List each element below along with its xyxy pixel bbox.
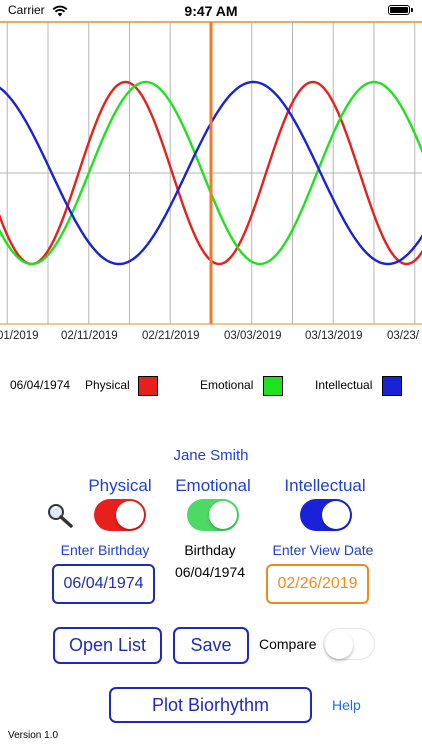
help-link[interactable]: Help bbox=[332, 697, 361, 713]
intellectual-toggle-label: Intellectual bbox=[284, 476, 366, 495]
status-bar: Carrier 9:47 AM bbox=[0, 0, 422, 22]
birthday-caption: Birthday bbox=[184, 542, 236, 558]
x-tick-label: 01/2019 bbox=[0, 330, 39, 342]
biorhythm-chart[interactable]: 01/2019 02/11/2019 02/21/2019 03/03/2019 03/… bbox=[0, 21, 422, 346]
legend-emotional-label: Emotional bbox=[200, 378, 254, 392]
legend-birthday: 06/04/1974 bbox=[10, 378, 71, 392]
x-tick-label: 03/03/2019 bbox=[224, 330, 282, 342]
view-date-field[interactable]: 02/26/2019 bbox=[266, 564, 369, 604]
emotional-toggle[interactable] bbox=[187, 499, 239, 531]
x-tick-label: 03/13/2019 bbox=[305, 330, 363, 342]
open-list-button[interactable]: Open List bbox=[53, 627, 162, 664]
version-label: Version 1.0 bbox=[8, 730, 59, 741]
plot-biorhythm-button[interactable]: Plot Biorhythm bbox=[109, 687, 312, 723]
x-tick-label: 02/21/2019 bbox=[142, 330, 200, 342]
physical-swatch bbox=[138, 376, 158, 396]
status-time: 9:47 AM bbox=[184, 3, 238, 19]
legend-intellectual-label: Intellectual bbox=[315, 378, 373, 392]
x-tick-label: 02/11/2019 bbox=[61, 330, 118, 342]
compare-toggle[interactable] bbox=[323, 628, 375, 660]
compare-label: Compare bbox=[259, 636, 317, 652]
emotional-toggle-label: Emotional bbox=[175, 476, 251, 495]
intellectual-swatch bbox=[382, 376, 402, 396]
magnifier-icon[interactable] bbox=[46, 502, 74, 533]
x-tick-label: 03/23/ bbox=[387, 330, 420, 342]
physical-toggle[interactable] bbox=[94, 499, 146, 531]
save-button[interactable]: Save bbox=[173, 627, 249, 664]
legend-physical-label: Physical bbox=[85, 378, 130, 392]
physical-toggle-label: Physical bbox=[88, 476, 152, 495]
enter-birthday-label: Enter Birthday bbox=[60, 542, 150, 558]
enter-view-date-label: Enter View Date bbox=[272, 542, 374, 558]
intellectual-toggle[interactable] bbox=[300, 499, 352, 531]
emotional-swatch bbox=[263, 376, 283, 396]
battery-icon bbox=[388, 5, 410, 15]
person-name: Jane Smith bbox=[173, 447, 249, 464]
birthday-field[interactable]: 06/04/1974 bbox=[52, 564, 155, 604]
birthday-display: 06/04/1974 bbox=[174, 564, 246, 580]
battery-cap bbox=[411, 8, 413, 12]
